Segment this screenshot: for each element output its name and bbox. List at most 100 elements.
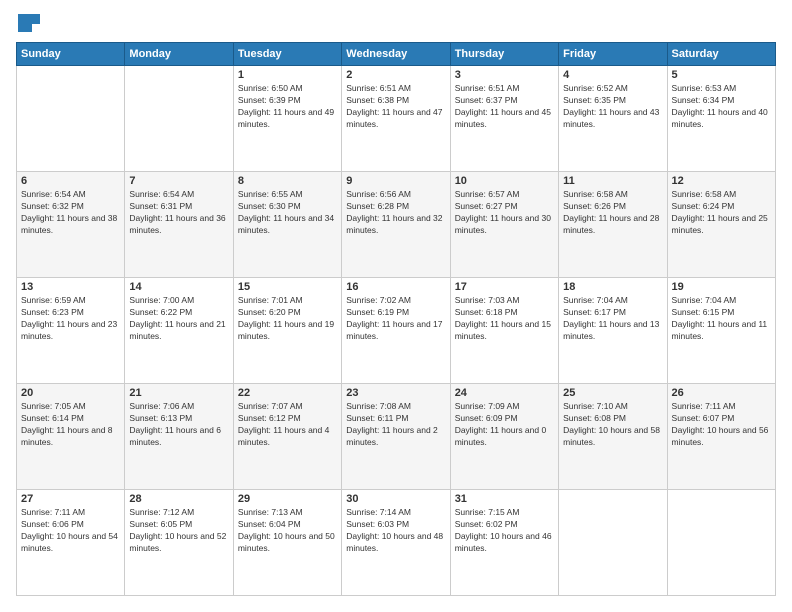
day-number: 5 xyxy=(672,69,771,81)
calendar-cell xyxy=(125,66,233,172)
day-number: 8 xyxy=(238,175,337,187)
calendar-cell: 20 Sunrise: 7:05 AM Sunset: 6:14 PM Dayli… xyxy=(17,384,125,490)
day-info: Sunrise: 6:50 AM Sunset: 6:39 PM Dayligh… xyxy=(238,83,337,131)
day-number: 9 xyxy=(346,175,445,187)
calendar-cell xyxy=(667,490,775,596)
day-number: 1 xyxy=(238,69,337,81)
day-info: Sunrise: 7:04 AM Sunset: 6:15 PM Dayligh… xyxy=(672,295,771,343)
day-info: Sunrise: 7:00 AM Sunset: 6:22 PM Dayligh… xyxy=(129,295,228,343)
day-number: 19 xyxy=(672,281,771,293)
calendar-cell: 8 Sunrise: 6:55 AM Sunset: 6:30 PM Daylig… xyxy=(233,172,341,278)
calendar-cell: 21 Sunrise: 7:06 AM Sunset: 6:13 PM Dayli… xyxy=(125,384,233,490)
calendar-header-friday: Friday xyxy=(559,43,667,66)
calendar-week-1: 6 Sunrise: 6:54 AM Sunset: 6:32 PM Daylig… xyxy=(17,172,776,278)
day-number: 22 xyxy=(238,387,337,399)
day-info: Sunrise: 7:11 AM Sunset: 6:07 PM Dayligh… xyxy=(672,401,771,449)
calendar-cell: 18 Sunrise: 7:04 AM Sunset: 6:17 PM Dayli… xyxy=(559,278,667,384)
calendar-header-row: SundayMondayTuesdayWednesdayThursdayFrid… xyxy=(17,43,776,66)
day-number: 30 xyxy=(346,493,445,505)
calendar-header-monday: Monday xyxy=(125,43,233,66)
day-number: 21 xyxy=(129,387,228,399)
calendar-week-0: 1 Sunrise: 6:50 AM Sunset: 6:39 PM Daylig… xyxy=(17,66,776,172)
calendar-cell: 10 Sunrise: 6:57 AM Sunset: 6:27 PM Dayli… xyxy=(450,172,558,278)
day-info: Sunrise: 6:56 AM Sunset: 6:28 PM Dayligh… xyxy=(346,189,445,237)
calendar-cell: 29 Sunrise: 7:13 AM Sunset: 6:04 PM Dayli… xyxy=(233,490,341,596)
calendar-header-sunday: Sunday xyxy=(17,43,125,66)
day-number: 31 xyxy=(455,493,554,505)
calendar-cell: 26 Sunrise: 7:11 AM Sunset: 6:07 PM Dayli… xyxy=(667,384,775,490)
day-info: Sunrise: 7:06 AM Sunset: 6:13 PM Dayligh… xyxy=(129,401,228,449)
logo-icon xyxy=(18,14,40,32)
day-number: 6 xyxy=(21,175,120,187)
day-info: Sunrise: 6:55 AM Sunset: 6:30 PM Dayligh… xyxy=(238,189,337,237)
calendar-cell: 17Sunrise: 7:03 AM Sunset: 6:18 PM Dayli… xyxy=(450,278,558,384)
calendar-week-2: 13Sunrise: 6:59 AM Sunset: 6:23 PM Dayli… xyxy=(17,278,776,384)
day-number: 7 xyxy=(129,175,228,187)
day-info: Sunrise: 6:58 AM Sunset: 6:24 PM Dayligh… xyxy=(672,189,771,237)
day-info: Sunrise: 7:08 AM Sunset: 6:11 PM Dayligh… xyxy=(346,401,445,449)
calendar-cell: 11 Sunrise: 6:58 AM Sunset: 6:26 PM Dayli… xyxy=(559,172,667,278)
day-info: Sunrise: 7:03 AM Sunset: 6:18 PM Dayligh… xyxy=(455,295,554,343)
day-number: 3 xyxy=(455,69,554,81)
calendar-header-tuesday: Tuesday xyxy=(233,43,341,66)
day-number: 15 xyxy=(238,281,337,293)
calendar-cell xyxy=(17,66,125,172)
day-info: Sunrise: 7:11 AM Sunset: 6:06 PM Dayligh… xyxy=(21,507,120,555)
day-info: Sunrise: 7:05 AM Sunset: 6:14 PM Dayligh… xyxy=(21,401,120,449)
calendar-cell: 3 Sunrise: 6:51 AM Sunset: 6:37 PM Daylig… xyxy=(450,66,558,172)
day-info: Sunrise: 7:04 AM Sunset: 6:17 PM Dayligh… xyxy=(563,295,662,343)
day-info: Sunrise: 6:51 AM Sunset: 6:38 PM Dayligh… xyxy=(346,83,445,131)
day-number: 18 xyxy=(563,281,662,293)
day-number: 20 xyxy=(21,387,120,399)
day-number: 12 xyxy=(672,175,771,187)
day-number: 2 xyxy=(346,69,445,81)
day-info: Sunrise: 6:57 AM Sunset: 6:27 PM Dayligh… xyxy=(455,189,554,237)
day-info: Sunrise: 7:13 AM Sunset: 6:04 PM Dayligh… xyxy=(238,507,337,555)
day-info: Sunrise: 6:52 AM Sunset: 6:35 PM Dayligh… xyxy=(563,83,662,131)
day-info: Sunrise: 7:15 AM Sunset: 6:02 PM Dayligh… xyxy=(455,507,554,555)
day-info: Sunrise: 7:09 AM Sunset: 6:09 PM Dayligh… xyxy=(455,401,554,449)
day-number: 29 xyxy=(238,493,337,505)
calendar-header-thursday: Thursday xyxy=(450,43,558,66)
day-number: 26 xyxy=(672,387,771,399)
day-number: 24 xyxy=(455,387,554,399)
calendar-cell: 31 Sunrise: 7:15 AM Sunset: 6:02 PM Dayli… xyxy=(450,490,558,596)
calendar-cell: 1 Sunrise: 6:50 AM Sunset: 6:39 PM Daylig… xyxy=(233,66,341,172)
day-info: Sunrise: 7:14 AM Sunset: 6:03 PM Dayligh… xyxy=(346,507,445,555)
day-number: 16 xyxy=(346,281,445,293)
calendar-cell xyxy=(559,490,667,596)
day-number: 10 xyxy=(455,175,554,187)
calendar-cell: 25 Sunrise: 7:10 AM Sunset: 6:08 PM Dayli… xyxy=(559,384,667,490)
calendar-week-4: 27Sunrise: 7:11 AM Sunset: 6:06 PM Dayli… xyxy=(17,490,776,596)
calendar-cell: 5 Sunrise: 6:53 AM Sunset: 6:34 PM Daylig… xyxy=(667,66,775,172)
calendar-cell: 2 Sunrise: 6:51 AM Sunset: 6:38 PM Daylig… xyxy=(342,66,450,172)
day-info: Sunrise: 6:51 AM Sunset: 6:37 PM Dayligh… xyxy=(455,83,554,131)
calendar-header-saturday: Saturday xyxy=(667,43,775,66)
day-info: Sunrise: 7:02 AM Sunset: 6:19 PM Dayligh… xyxy=(346,295,445,343)
day-number: 23 xyxy=(346,387,445,399)
calendar-cell: 19 Sunrise: 7:04 AM Sunset: 6:15 PM Dayli… xyxy=(667,278,775,384)
calendar-cell: 16 Sunrise: 7:02 AM Sunset: 6:19 PM Dayli… xyxy=(342,278,450,384)
day-number: 25 xyxy=(563,387,662,399)
calendar-cell: 15Sunrise: 7:01 AM Sunset: 6:20 PM Dayli… xyxy=(233,278,341,384)
calendar-cell: 4 Sunrise: 6:52 AM Sunset: 6:35 PM Daylig… xyxy=(559,66,667,172)
calendar-week-3: 20 Sunrise: 7:05 AM Sunset: 6:14 PM Dayli… xyxy=(17,384,776,490)
calendar-cell: 6 Sunrise: 6:54 AM Sunset: 6:32 PM Daylig… xyxy=(17,172,125,278)
calendar-cell: 9 Sunrise: 6:56 AM Sunset: 6:28 PM Daylig… xyxy=(342,172,450,278)
logo xyxy=(16,16,40,32)
calendar-table: SundayMondayTuesdayWednesdayThursdayFrid… xyxy=(16,42,776,596)
day-info: Sunrise: 7:07 AM Sunset: 6:12 PM Dayligh… xyxy=(238,401,337,449)
calendar-cell: 30 Sunrise: 7:14 AM Sunset: 6:03 PM Dayli… xyxy=(342,490,450,596)
day-info: Sunrise: 6:53 AM Sunset: 6:34 PM Dayligh… xyxy=(672,83,771,131)
calendar-header-wednesday: Wednesday xyxy=(342,43,450,66)
day-number: 11 xyxy=(563,175,662,187)
calendar-cell: 7Sunrise: 6:54 AM Sunset: 6:31 PM Daylig… xyxy=(125,172,233,278)
day-number: 13 xyxy=(21,281,120,293)
day-info: Sunrise: 6:54 AM Sunset: 6:32 PM Dayligh… xyxy=(21,189,120,237)
day-number: 4 xyxy=(563,69,662,81)
calendar-cell: 14Sunrise: 7:00 AM Sunset: 6:22 PM Dayli… xyxy=(125,278,233,384)
calendar-cell: 12 Sunrise: 6:58 AM Sunset: 6:24 PM Dayli… xyxy=(667,172,775,278)
day-info: Sunrise: 7:10 AM Sunset: 6:08 PM Dayligh… xyxy=(563,401,662,449)
header xyxy=(16,16,776,32)
day-info: Sunrise: 6:58 AM Sunset: 6:26 PM Dayligh… xyxy=(563,189,662,237)
